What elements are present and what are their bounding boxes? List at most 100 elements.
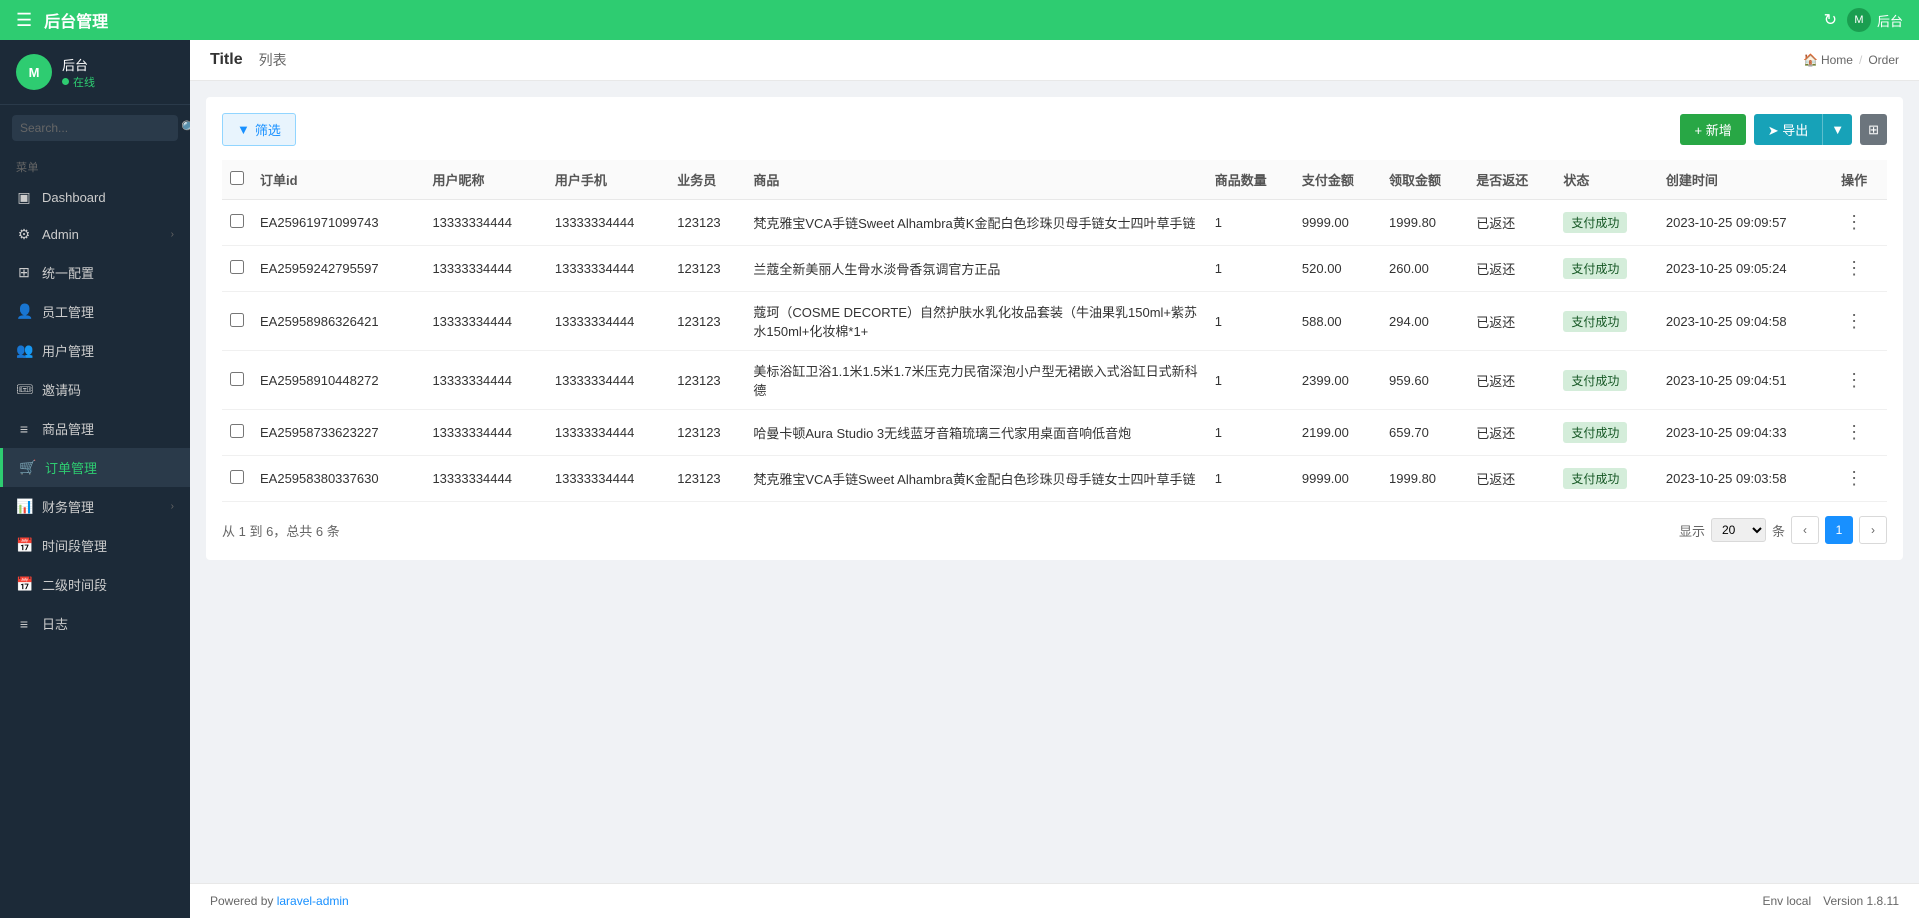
next-page-button[interactable]: › [1859, 516, 1887, 544]
home-icon: 🏠 [1803, 53, 1818, 67]
row-phone: 13333334444 [547, 351, 669, 410]
sidebar-item-users[interactable]: 👥 用户管理 [0, 331, 190, 370]
sidebar-item-label: 订单管理 [45, 458, 174, 477]
row-action-button[interactable]: ⋮ [1841, 210, 1867, 235]
row-qty: 1 [1207, 200, 1294, 246]
breadcrumb-current: Order [1868, 53, 1899, 67]
export-button[interactable]: ➤ 导出 [1754, 114, 1824, 145]
col-received: 领取金额 [1381, 160, 1468, 200]
sidebar-item-orders[interactable]: 🛒 订单管理 [0, 448, 190, 487]
row-qty: 1 [1207, 351, 1294, 410]
sidebar-item-timeslots[interactable]: 📅 时间段管理 [0, 526, 190, 565]
staff-icon: 👤 [16, 303, 32, 320]
row-returned: 已返还 [1468, 292, 1555, 351]
hamburger-icon[interactable]: ☰ [16, 10, 32, 31]
footer: Powered by laravel-admin Env local Versi… [190, 883, 1919, 918]
col-nickname: 用户昵称 [424, 160, 546, 200]
sidebar-item-timeslots2[interactable]: 📅 二级时间段 [0, 565, 190, 604]
row-created: 2023-10-25 09:04:33 [1658, 410, 1833, 456]
col-id: 订单id [252, 160, 424, 200]
toolbar-left: ▼ 筛选 [222, 113, 296, 146]
timeslots-icon: 📅 [16, 537, 32, 554]
new-button[interactable]: + 新增 [1680, 114, 1745, 145]
row-checkbox[interactable] [230, 424, 244, 438]
row-received: 959.60 [1381, 351, 1468, 410]
search-input[interactable] [20, 121, 175, 135]
col-actions: 操作 [1833, 160, 1887, 200]
row-staff: 123123 [669, 351, 745, 410]
sidebar-item-label: 员工管理 [42, 302, 174, 321]
row-nickname: 13333334444 [424, 200, 546, 246]
row-phone: 13333334444 [547, 292, 669, 351]
topbar-left: ☰ 后台管理 [16, 8, 108, 32]
row-action-button[interactable]: ⋮ [1841, 256, 1867, 281]
table-row: EA25958986326421 13333334444 13333334444… [222, 292, 1887, 351]
row-checkbox[interactable] [230, 260, 244, 274]
timeslots2-icon: 📅 [16, 576, 32, 593]
table-row: EA25958910448272 13333334444 13333334444… [222, 351, 1887, 410]
row-actions: ⋮ [1833, 292, 1887, 351]
table-row: EA25959242795597 13333334444 13333334444… [222, 246, 1887, 292]
topbar-avatar: M [1847, 8, 1871, 32]
sidebar-item-label: 时间段管理 [42, 536, 174, 555]
row-checkbox[interactable] [230, 214, 244, 228]
per-page-select[interactable]: 20 50 100 [1711, 518, 1766, 542]
col-staff: 业务员 [669, 160, 745, 200]
breadcrumb-right: 🏠 Home / Order [1803, 53, 1899, 67]
sidebar-item-invitecode[interactable]: 🎟 邀请码 [0, 370, 190, 409]
row-created: 2023-10-25 09:04:51 [1658, 351, 1833, 410]
row-phone: 13333334444 [547, 456, 669, 502]
sidebar: M 后台 在线 🔍 菜单 ▣ Dashboard ⚙ Admin › [0, 40, 190, 918]
row-phone: 13333334444 [547, 200, 669, 246]
row-nickname: 13333334444 [424, 456, 546, 502]
row-checkbox[interactable] [230, 313, 244, 327]
row-action-button[interactable]: ⋮ [1841, 309, 1867, 334]
row-staff: 123123 [669, 292, 745, 351]
row-received: 260.00 [1381, 246, 1468, 292]
refresh-icon[interactable]: ↻ [1824, 10, 1837, 30]
sidebar-item-dashboard[interactable]: ▣ Dashboard [0, 179, 190, 216]
prev-page-button[interactable]: ‹ [1791, 516, 1819, 544]
table-row: EA25958380337630 13333334444 13333334444… [222, 456, 1887, 502]
col-phone: 用户手机 [547, 160, 669, 200]
row-action-button[interactable]: ⋮ [1841, 420, 1867, 445]
row-checkbox[interactable] [230, 372, 244, 386]
select-all-checkbox[interactable] [230, 171, 244, 185]
topbar-right: ↻ M 后台 [1824, 8, 1903, 32]
breadcrumb-home-link[interactable]: 🏠 Home [1803, 53, 1853, 67]
pagination-show-label: 显示 [1679, 521, 1705, 540]
row-staff: 123123 [669, 246, 745, 292]
row-status: 支付成功 [1555, 292, 1658, 351]
columns-button[interactable]: ⊞ [1860, 114, 1887, 145]
row-action-button[interactable]: ⋮ [1841, 368, 1867, 393]
row-staff: 123123 [669, 200, 745, 246]
col-created: 创建时间 [1658, 160, 1833, 200]
laravel-admin-link[interactable]: laravel-admin [277, 894, 349, 908]
sidebar-item-label: 邀请码 [42, 380, 174, 399]
row-nickname: 13333334444 [424, 410, 546, 456]
sidebar-item-products[interactable]: ≡ 商品管理 [0, 409, 190, 448]
orders-icon: 🛒 [19, 459, 35, 476]
filter-button[interactable]: ▼ 筛选 [222, 113, 296, 146]
row-status: 支付成功 [1555, 410, 1658, 456]
sidebar-item-admin[interactable]: ⚙ Admin › [0, 216, 190, 253]
sidebar-item-config[interactable]: ⊞ 统一配置 [0, 253, 190, 292]
sidebar-item-label: 二级时间段 [42, 575, 174, 594]
table-wrap: 订单id 用户昵称 用户手机 业务员 商品 商品数量 支付金额 领取金额 是否返… [222, 160, 1887, 502]
sidebar-item-label: Dashboard [42, 190, 174, 205]
row-payment: 520.00 [1294, 246, 1381, 292]
sidebar-avatar: M [16, 54, 52, 90]
sidebar-item-logs[interactable]: ≡ 日志 [0, 604, 190, 643]
row-actions: ⋮ [1833, 351, 1887, 410]
topbar-user[interactable]: M 后台 [1847, 8, 1903, 32]
export-dropdown-button[interactable]: ▼ [1823, 114, 1852, 145]
col-returned: 是否返还 [1468, 160, 1555, 200]
sidebar-item-finance[interactable]: 📊 财务管理 › [0, 487, 190, 526]
row-qty: 1 [1207, 246, 1294, 292]
row-checkbox[interactable] [230, 470, 244, 484]
sidebar-item-staff[interactable]: 👤 员工管理 [0, 292, 190, 331]
row-staff: 123123 [669, 410, 745, 456]
logs-icon: ≡ [16, 616, 32, 632]
current-page-button[interactable]: 1 [1825, 516, 1853, 544]
row-action-button[interactable]: ⋮ [1841, 466, 1867, 491]
